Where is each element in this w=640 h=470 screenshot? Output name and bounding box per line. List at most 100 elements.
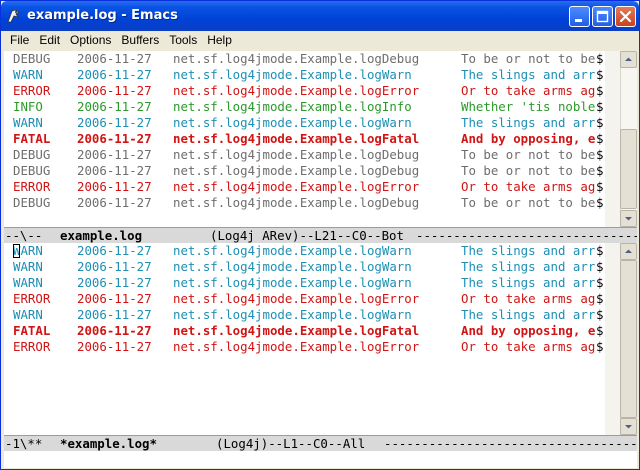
log-date: 2006-11-27: [77, 243, 152, 258]
log-line: WARN 2006-11-27 net.sf.log4jmode.Example.l…: [4, 275, 605, 291]
log-logger: net.sf.log4jmode.Example.logFatal: [173, 323, 420, 338]
scroll-up-arrow-icon[interactable]: [620, 51, 637, 68]
log-logger: net.sf.log4jmode.Example.logError: [173, 339, 420, 354]
mode-line-modes: (Log4j ARev)--L21--C0--Bot: [210, 228, 404, 243]
mode-line-buffer-name: example.log: [60, 228, 143, 243]
mode-line-buffer-name: *example.log*: [60, 436, 157, 451]
menu-buffers[interactable]: Buffers: [116, 32, 164, 49]
log-line: ERROR 2006-11-27 net.sf.log4jmode.Example.…: [4, 179, 605, 195]
scroll-up-arrow-icon[interactable]: [620, 243, 637, 260]
log-message: Or to take arms ag: [461, 291, 596, 306]
truncation-indicator: $: [596, 195, 604, 210]
log-level: WARN: [13, 275, 43, 290]
log-level: DEBUG: [13, 51, 51, 66]
log-level: DEBUG: [13, 195, 51, 210]
scroll-down-arrow-icon[interactable]: [620, 210, 637, 227]
log-date: 2006-11-27: [77, 67, 152, 82]
log-logger: net.sf.log4jmode.Example.logWarn: [173, 115, 412, 130]
log-message: The slings and arr: [461, 67, 596, 82]
log-line: WARN 2006-11-27 net.sf.log4jmode.Example.l…: [4, 307, 605, 323]
log-level: FATAL: [13, 131, 51, 146]
log-line: WARN 2006-11-27 net.sf.log4jmode.Example.l…: [4, 67, 605, 83]
log-logger: net.sf.log4jmode.Example.logError: [173, 83, 420, 98]
menu-help[interactable]: Help: [202, 32, 237, 49]
bottom-mode-line[interactable]: -1\** *example.log* (Log4j)--L1--C0--All…: [4, 435, 637, 451]
log-message: To be or not to be: [461, 147, 596, 162]
log-level: ERROR: [13, 83, 51, 98]
log-logger: net.sf.log4jmode.Example.logError: [173, 179, 420, 194]
truncation-indicator: $: [596, 67, 604, 82]
menu-edit[interactable]: Edit: [34, 32, 65, 49]
log-logger: net.sf.log4jmode.Example.logInfo: [173, 99, 412, 114]
bottom-scrollbar-thumb[interactable]: [620, 260, 637, 418]
log-date: 2006-11-27: [77, 291, 152, 306]
log-date: 2006-11-27: [77, 307, 152, 322]
top-scrollbar-thumb[interactable]: [620, 129, 637, 209]
log-line: WARN 2006-11-27 net.sf.log4jmode.Example.l…: [4, 259, 605, 275]
log-level: ERROR: [13, 339, 51, 354]
truncation-indicator: $: [596, 339, 604, 354]
log-line: DEBUG 2006-11-27 net.sf.log4jmode.Example.…: [4, 195, 605, 211]
log-message: And by opposing, e: [461, 131, 596, 146]
log-logger: net.sf.log4jmode.Example.logDebug: [173, 147, 420, 162]
truncation-indicator: $: [596, 99, 604, 114]
log-logger: net.sf.log4jmode.Example.logDebug: [173, 163, 420, 178]
mode-line-fill: ----------------------------------------…: [416, 228, 637, 243]
log-message: Or to take arms ag: [461, 339, 596, 354]
truncation-indicator: $: [596, 179, 604, 194]
log-date: 2006-11-27: [77, 99, 152, 114]
top-editor-pane[interactable]: DEBUG 2006-11-27 net.sf.log4jmode.Example.…: [4, 51, 605, 227]
log-logger: net.sf.log4jmode.Example.logFatal: [173, 131, 420, 146]
window-title: example.log - Emacs: [27, 8, 178, 23]
menu-file[interactable]: File: [5, 32, 34, 49]
log-line: FATAL 2006-11-27 net.sf.log4jmode.Example.…: [4, 131, 605, 147]
truncation-indicator: $: [596, 115, 604, 130]
scroll-down-arrow-icon[interactable]: [620, 418, 637, 435]
log-line: WARN 2006-11-27 net.sf.log4jmode.Example.l…: [4, 243, 605, 259]
mode-line-status: -1\**: [5, 436, 43, 451]
emacs-gnu-icon: [6, 8, 22, 24]
log-date: 2006-11-27: [77, 147, 152, 162]
log-level: DEBUG: [13, 147, 51, 162]
log-date: 2006-11-27: [77, 83, 152, 98]
log-message: To be or not to be: [461, 51, 596, 66]
log-logger: net.sf.log4jmode.Example.logWarn: [173, 67, 412, 82]
close-button[interactable]: [615, 6, 636, 27]
log-message: To be or not to be: [461, 195, 596, 210]
log-logger: net.sf.log4jmode.Example.logDebug: [173, 51, 420, 66]
log-level: WARN: [13, 307, 43, 322]
mode-line-modes: (Log4j)--L1--C0--All: [216, 436, 366, 451]
minimize-button[interactable]: [569, 6, 590, 27]
top-scrollbar[interactable]: [605, 51, 637, 227]
text-cursor: [13, 244, 20, 258]
log-date: 2006-11-27: [77, 179, 152, 194]
bottom-scrollbar[interactable]: [605, 243, 637, 435]
log-message: And by opposing, e: [461, 323, 596, 338]
menu-tools[interactable]: Tools: [164, 32, 202, 49]
log-date: 2006-11-27: [77, 275, 152, 290]
menu-options[interactable]: Options: [65, 32, 116, 49]
title-bar[interactable]: example.log - Emacs: [1, 1, 639, 31]
maximize-button[interactable]: [592, 6, 613, 27]
top-mode-line[interactable]: --\-- example.log (Log4j ARev)--L21--C0-…: [4, 227, 637, 243]
log-level: ERROR: [13, 291, 51, 306]
log-line: ERROR 2006-11-27 net.sf.log4jmode.Example.…: [4, 83, 605, 99]
truncation-indicator: $: [596, 259, 604, 274]
log-line: ERROR 2006-11-27 net.sf.log4jmode.Example.…: [4, 339, 605, 355]
bottom-editor-pane[interactable]: WARN 2006-11-27 net.sf.log4jmode.Example.l…: [4, 243, 605, 435]
log-date: 2006-11-27: [77, 51, 152, 66]
log-date: 2006-11-27: [77, 115, 152, 130]
log-line: DEBUG 2006-11-27 net.sf.log4jmode.Example.…: [4, 51, 605, 67]
minibuffer[interactable]: [4, 451, 637, 468]
log-level: FATAL: [13, 323, 51, 338]
log-logger: net.sf.log4jmode.Example.logWarn: [173, 307, 412, 322]
log-date: 2006-11-27: [77, 339, 152, 354]
log-message: To be or not to be: [461, 163, 596, 178]
mode-line-fill: ----------------------------------------…: [384, 436, 637, 451]
log-line: WARN 2006-11-27 net.sf.log4jmode.Example.l…: [4, 115, 605, 131]
log-logger: net.sf.log4jmode.Example.logWarn: [173, 275, 412, 290]
log-level: ERROR: [13, 179, 51, 194]
log-line: DEBUG 2006-11-27 net.sf.log4jmode.Example.…: [4, 147, 605, 163]
log-date: 2006-11-27: [77, 131, 152, 146]
log-line: FATAL 2006-11-27 net.sf.log4jmode.Example.…: [4, 323, 605, 339]
